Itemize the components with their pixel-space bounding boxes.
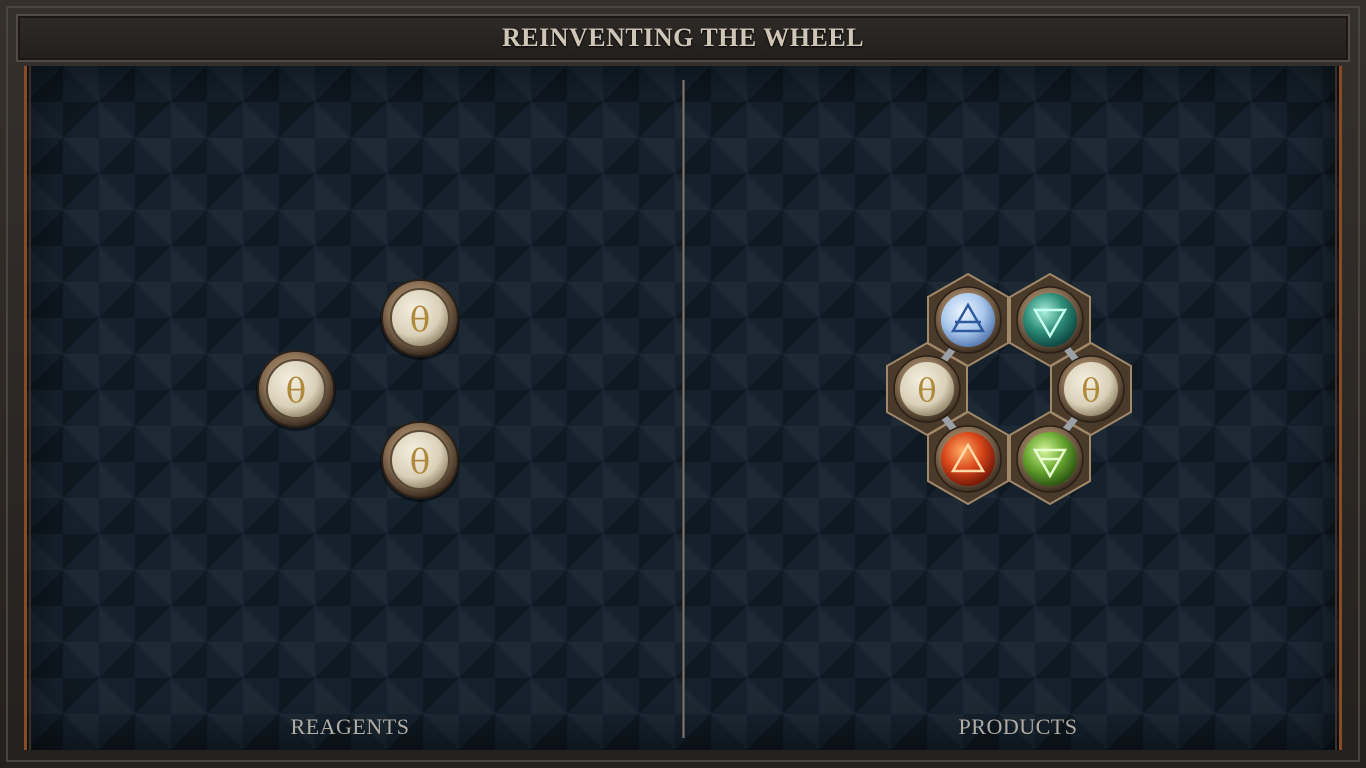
salt-icon: θ (917, 371, 936, 409)
salt-icon: θ (410, 442, 430, 482)
product-atom-fire[interactable] (934, 425, 1002, 493)
salt-icon: θ (1081, 371, 1100, 409)
reagent-atom-salt-3[interactable]: θ (380, 421, 460, 502)
product-atom-salt-right[interactable]: θ (1057, 355, 1125, 423)
salt-icon: θ (410, 300, 430, 340)
products-label: PRODUCTS (958, 714, 1078, 739)
molecule-canvas: θ θ θ θ θ (256, 272, 1132, 506)
product-atom-salt-left[interactable]: θ (893, 355, 961, 423)
reagent-atom-salt-1[interactable]: θ (380, 279, 460, 360)
product-atom-earth[interactable] (1016, 425, 1084, 493)
salt-icon: θ (286, 371, 306, 411)
reagents-label: REAGENTS (290, 714, 410, 739)
reagent-atom-salt-2[interactable]: θ (256, 350, 336, 431)
product-atom-air[interactable] (934, 286, 1002, 354)
product-atom-water[interactable] (1016, 286, 1084, 354)
product-molecule: θ θ (886, 272, 1132, 506)
